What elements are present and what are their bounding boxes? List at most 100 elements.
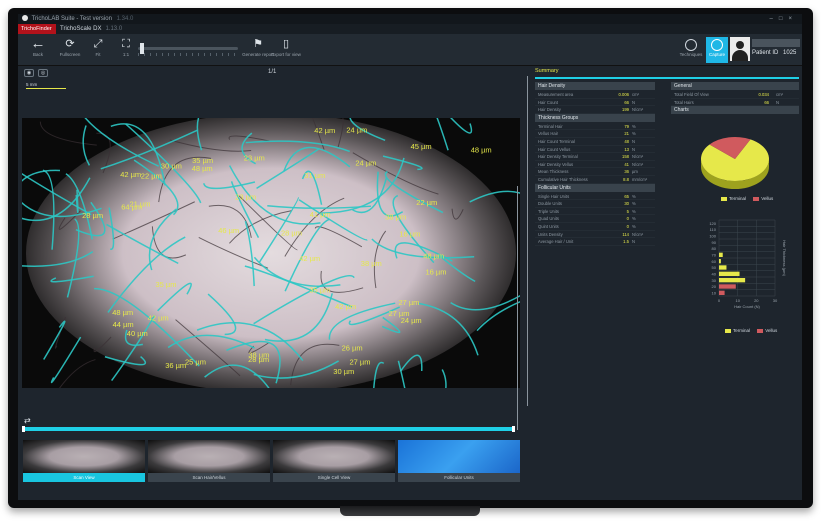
minimize-icon[interactable]: –: [770, 16, 779, 22]
bar-x-tick: 30: [773, 298, 778, 303]
summary-row: Hair Count Terminal 48 N: [535, 138, 655, 146]
bar-y-tick: 100: [709, 233, 716, 238]
techniques-icon: [685, 39, 697, 51]
title-bar: TrichoLAB Suite - Test version 1.34.0 –□…: [18, 14, 802, 24]
summary-row: Hair Density Vellus 41 N/cm²: [535, 161, 655, 169]
summary-row: Hair Density Terminal 158 N/cm²: [535, 153, 655, 161]
thickness-measurement-label: 42 µm: [299, 254, 320, 263]
brand-tab[interactable]: TrichoFinder: [18, 24, 56, 34]
summary-row-label: Hair Count Terminal: [538, 138, 575, 144]
summary-row: Average Hair / Unit 1.5 N: [535, 238, 655, 246]
thickness-pie-chart: [701, 137, 770, 189]
timeline-bar[interactable]: [22, 427, 515, 431]
charts-header: Charts: [671, 106, 799, 115]
thickness-measurement-label: 46 µm: [218, 226, 239, 235]
summary-row-value: 41: [624, 161, 629, 167]
window-title: TrichoLAB Suite - Test version: [31, 16, 112, 22]
summary-row-unit: %: [632, 208, 636, 214]
thumbnail-image: [398, 440, 520, 473]
summary-row-label: Quint Units: [538, 223, 559, 229]
export-button[interactable]: ▯ Export for view: [266, 37, 306, 63]
arrow-left-icon: ←: [30, 35, 46, 52]
summary-row-value: 36: [624, 169, 629, 175]
legend-label-vellus: Vellus: [765, 328, 778, 333]
tab-active-label: TrichoScale DX: [60, 26, 102, 32]
general-header: General: [671, 82, 799, 90]
summary-row-value: 158: [622, 154, 629, 160]
bar-terminal-40: [719, 271, 740, 276]
legend-swatch-terminal: [725, 328, 731, 333]
summary-row-value: 114: [622, 231, 629, 237]
summary-right-column: General Total Field Of View 0.034 cm² Total…: [671, 82, 799, 115]
summary-row-unit: N: [632, 99, 636, 105]
summary-row: Total Field Of View 0.034 cm²: [671, 91, 799, 99]
thickness-measurement-label: 38 µm: [385, 213, 406, 222]
bar-vellus-20: [719, 284, 736, 289]
summary-row-label: Hair Count Vellus: [538, 146, 571, 152]
back-button[interactable]: ← Back: [20, 35, 56, 63]
thumbnail-follicular-units[interactable]: Follicular Units: [398, 440, 520, 484]
summary-row: Terminal Hair 79%: [535, 123, 655, 131]
thickness-measurement-label: 42 µm: [314, 126, 335, 135]
eye-outline-icon: ◎: [40, 70, 46, 76]
thumbnail-image: [148, 440, 270, 473]
eye-toggle-button[interactable]: ◉: [24, 69, 34, 77]
summary-row-label: Hair Density Vellus: [538, 161, 574, 167]
summary-row-value: 13: [624, 146, 629, 152]
legend-swatch-vellus: [753, 196, 760, 201]
thickness-groups-rows: Terminal Hair 79% Vellus Hair 21% Hair Count…: [535, 123, 655, 184]
summary-row-unit: N/cm²: [632, 161, 644, 167]
bar-legend: Terminal Vellus: [725, 328, 777, 333]
bar-x-tick: 0: [718, 298, 721, 303]
summary-row-unit: N: [632, 146, 636, 152]
avatar[interactable]: [730, 37, 750, 61]
summary-row-label: Total Hairs: [674, 99, 694, 105]
thickness-measurement-label: 23 µm: [244, 154, 265, 163]
summary-row-unit: N: [776, 99, 780, 105]
toolbar: ← Back ⟳ Fullscreen ⤢ Fit ⛶ 1:1 ⚑ Genera…: [18, 34, 802, 66]
thumbnail-single-cell-view[interactable]: Single Cell View: [273, 440, 395, 484]
close-icon[interactable]: ×: [788, 16, 798, 22]
bar-x-tick: 20: [754, 298, 759, 303]
thickness-measurement-label: 16 µm: [426, 267, 447, 276]
thumbnail-scan-view[interactable]: Scan View: [23, 440, 145, 484]
zoom-slider[interactable]: [138, 43, 238, 56]
timeline-start-handle[interactable]: [22, 426, 25, 432]
patient-id: Patient ID 1025: [752, 50, 796, 56]
vertical-scrollbar[interactable]: [517, 186, 518, 430]
actual-size-button[interactable]: ⛶ 1:1: [108, 37, 144, 63]
view-tab[interactable]: 5 mm: [26, 82, 66, 89]
summary-row-value: 66: [764, 99, 769, 105]
refresh-icon[interactable]: ⇄: [24, 416, 31, 425]
eye-overlay-button[interactable]: ◎: [38, 69, 48, 77]
timeline-end-handle[interactable]: [512, 426, 515, 432]
bar-y-tick: 70: [712, 252, 717, 257]
bar-vellus-10: [719, 290, 725, 295]
summary-row-unit: N: [632, 138, 636, 144]
summary-row-unit: %: [632, 216, 636, 222]
general-rows: Total Field Of View 0.034 cm² Total Hairs 66…: [671, 91, 799, 107]
summary-row-label: Quad Units: [538, 216, 559, 222]
thumbnail-scan-hair-vellus[interactable]: Scan Hair/Vellus: [148, 440, 270, 484]
summary-row: Quad Units 0%: [535, 215, 655, 223]
summary-row: Mean Thickness 36 µm: [535, 168, 655, 176]
thickness-measurement-label: 48 µm: [471, 146, 492, 155]
legend-swatch-vellus: [757, 328, 764, 333]
tab-active[interactable]: TrichoScale DX 1.13.0: [60, 24, 122, 34]
summary-row-unit: %: [632, 123, 636, 129]
summary-row-label: Hair Density: [538, 107, 561, 113]
bar-y-tick: 80: [712, 246, 717, 251]
summary-row-value: 0: [626, 223, 629, 229]
window-controls: –□×: [770, 14, 798, 24]
summary-row-label: Average Hair / Unit: [538, 239, 574, 245]
thumbnail-image: [273, 440, 395, 473]
techniques-button[interactable]: Techniques: [678, 37, 704, 63]
capture-button[interactable]: Capture: [706, 37, 728, 63]
summary-row-label: Total Field Of View: [674, 92, 709, 97]
thickness-measurement-label: 41 µm: [310, 210, 331, 219]
pie-legend: Terminal Vellus: [721, 196, 773, 201]
bar-y-tick: 50: [712, 265, 717, 270]
bar-terminal-50: [719, 265, 727, 270]
thickness-measurement-label: 25 µm: [185, 358, 206, 367]
dermoscopy-image[interactable]: 40 µm 24 µm 35 µm 64 µm 38 µm 42 µm 38 µm 35 µm…: [22, 118, 520, 388]
